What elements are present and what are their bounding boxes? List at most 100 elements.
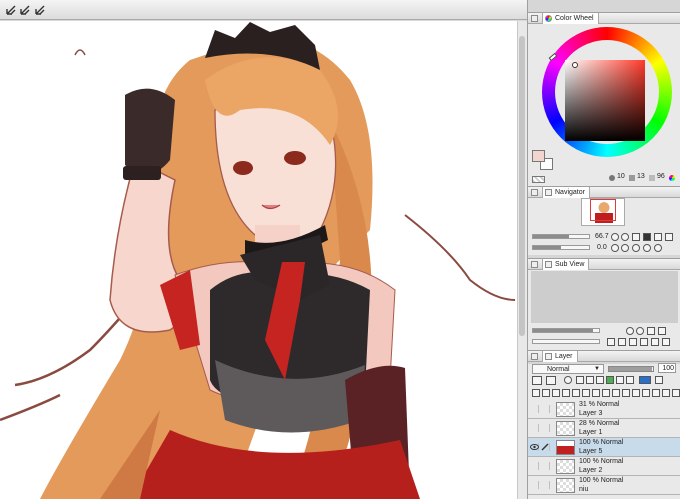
canvas-scroll-thumb[interactable] xyxy=(519,36,525,336)
layer-color-swatch[interactable] xyxy=(639,376,651,384)
eyedropper-icon[interactable] xyxy=(640,338,648,346)
layer-row[interactable]: 100 % Normal niu xyxy=(528,476,680,495)
blend-mode-value: Normal xyxy=(547,366,570,373)
zoom-in-icon[interactable] xyxy=(621,233,629,241)
close-panel-icon[interactable] xyxy=(531,261,538,268)
layer-name: Layer 2 xyxy=(579,467,603,474)
merge-down-icon[interactable] xyxy=(572,389,580,397)
close-panel-icon[interactable] xyxy=(531,15,538,22)
zoom-in-icon[interactable] xyxy=(636,327,644,335)
navigator-view-frame[interactable] xyxy=(590,199,616,221)
pen-icon[interactable] xyxy=(541,462,550,470)
layer-opacity-slider[interactable] xyxy=(608,366,654,372)
apply-mask-icon[interactable] xyxy=(592,389,600,397)
move-up-icon[interactable] xyxy=(602,389,610,397)
settings-icon[interactable] xyxy=(632,389,640,397)
lock-layer-icon[interactable] xyxy=(586,376,594,384)
new-vector-layer-icon[interactable] xyxy=(542,389,550,397)
rotate-ccw-icon[interactable] xyxy=(643,244,651,252)
delete-image-icon[interactable] xyxy=(662,338,670,346)
eye-icon[interactable] xyxy=(530,462,539,470)
close-panel-icon[interactable] xyxy=(531,189,538,196)
transparent-color-swatch[interactable] xyxy=(532,176,545,183)
previous-image-icon[interactable] xyxy=(607,338,615,346)
new-raster-layer-icon[interactable] xyxy=(532,389,540,397)
eye-icon[interactable] xyxy=(530,424,539,432)
collapse-icon[interactable] xyxy=(642,389,650,397)
ruler-icon[interactable] xyxy=(626,376,634,384)
layer-thumbnail xyxy=(556,478,575,493)
sub-view-area[interactable] xyxy=(531,271,678,323)
open-image-icon[interactable] xyxy=(629,338,637,346)
fit-to-screen-icon[interactable] xyxy=(647,327,655,335)
right-panel-column: Color Wheel 10 13 96 Navigator 66.7 0.0 … xyxy=(527,0,680,499)
hue-value: 10 xyxy=(617,173,625,180)
pen-icon[interactable] xyxy=(541,481,550,489)
tab-sub-view[interactable]: Sub View xyxy=(542,259,590,270)
layer-tab-label: Layer xyxy=(555,353,573,360)
color-picker-handle[interactable] xyxy=(572,62,578,68)
arrow-icon[interactable] xyxy=(4,3,18,17)
sub-view-rotation-slider[interactable] xyxy=(532,339,600,344)
flip-vertical-icon[interactable] xyxy=(665,233,673,241)
reset-rotation-icon[interactable] xyxy=(632,244,640,252)
flip-horizontal-icon[interactable] xyxy=(654,233,662,241)
layer-opacity-value[interactable]: 100 xyxy=(658,363,676,373)
clear-layer-icon[interactable] xyxy=(622,389,630,397)
actual-size-icon[interactable] xyxy=(643,233,651,241)
arrow-icon[interactable] xyxy=(18,3,32,17)
navigator-titlebar: Navigator xyxy=(528,186,680,198)
reference-layer-icon[interactable] xyxy=(564,376,572,384)
layer-name: Layer 5 xyxy=(579,448,603,455)
zoom-out-icon[interactable] xyxy=(626,327,634,335)
layer-row[interactable]: 28 % Normal Layer 1 xyxy=(528,419,680,438)
clip-to-layer-below-icon[interactable] xyxy=(546,376,556,385)
new-folder-icon[interactable] xyxy=(552,389,560,397)
rotate-right-icon[interactable] xyxy=(621,244,629,252)
layer-row[interactable]: 31 % Normal Layer 3 xyxy=(528,400,680,419)
blend-mode-select[interactable]: Normal ▼ xyxy=(532,364,604,374)
clear-image-icon[interactable] xyxy=(651,338,659,346)
saturation-value-square[interactable] xyxy=(565,60,645,141)
tab-layer[interactable]: Layer xyxy=(542,351,578,362)
tab-navigator[interactable]: Navigator xyxy=(542,187,590,198)
layer-name: niu xyxy=(579,486,589,493)
move-down-icon[interactable] xyxy=(612,389,620,397)
copy-layer-icon[interactable] xyxy=(562,389,570,397)
zoom-out-icon[interactable] xyxy=(611,233,619,241)
pen-icon[interactable] xyxy=(541,443,550,451)
close-panel-icon[interactable] xyxy=(531,353,538,360)
arrow-icon[interactable] xyxy=(33,3,47,17)
rotate-cw-icon[interactable] xyxy=(654,244,662,252)
color-wheel-icon xyxy=(545,15,552,22)
mask-icon[interactable] xyxy=(616,376,624,384)
main-color-swatch[interactable] xyxy=(532,150,545,162)
navigator-tab-label: Navigator xyxy=(555,189,585,196)
rotate-left-icon[interactable] xyxy=(611,244,619,252)
drawing-canvas[interactable] xyxy=(0,21,517,499)
next-image-icon[interactable] xyxy=(618,338,626,346)
eye-icon[interactable] xyxy=(530,481,539,489)
chevron-down-icon: ▼ xyxy=(594,366,600,372)
trash-icon[interactable] xyxy=(672,389,680,397)
pen-icon[interactable] xyxy=(541,405,550,413)
layer-row[interactable]: 100 % Normal Layer 2 xyxy=(528,457,680,476)
value-icon xyxy=(649,175,655,181)
draft-layer-icon[interactable] xyxy=(596,376,604,384)
new-layer-folder-icon[interactable] xyxy=(532,376,542,385)
fit-to-screen-icon[interactable] xyxy=(632,233,640,241)
eye-icon[interactable] xyxy=(530,443,539,451)
expand-icon[interactable] xyxy=(652,389,660,397)
color-mode-icon[interactable] xyxy=(669,175,675,181)
sub-view-icon xyxy=(545,261,552,268)
eye-icon[interactable] xyxy=(530,405,539,413)
tab-color-wheel[interactable]: Color Wheel xyxy=(542,13,599,24)
layer-color-icon[interactable] xyxy=(606,376,614,384)
layer-row[interactable]: 100 % Normal Layer 5 xyxy=(528,438,680,457)
pen-icon[interactable] xyxy=(541,424,550,432)
delete-layer-icon[interactable] xyxy=(662,389,670,397)
add-mask-icon[interactable] xyxy=(582,389,590,397)
lock-transparency-icon[interactable] xyxy=(576,376,584,384)
layer-property-icon[interactable] xyxy=(655,376,663,384)
actual-size-icon[interactable] xyxy=(658,327,666,335)
